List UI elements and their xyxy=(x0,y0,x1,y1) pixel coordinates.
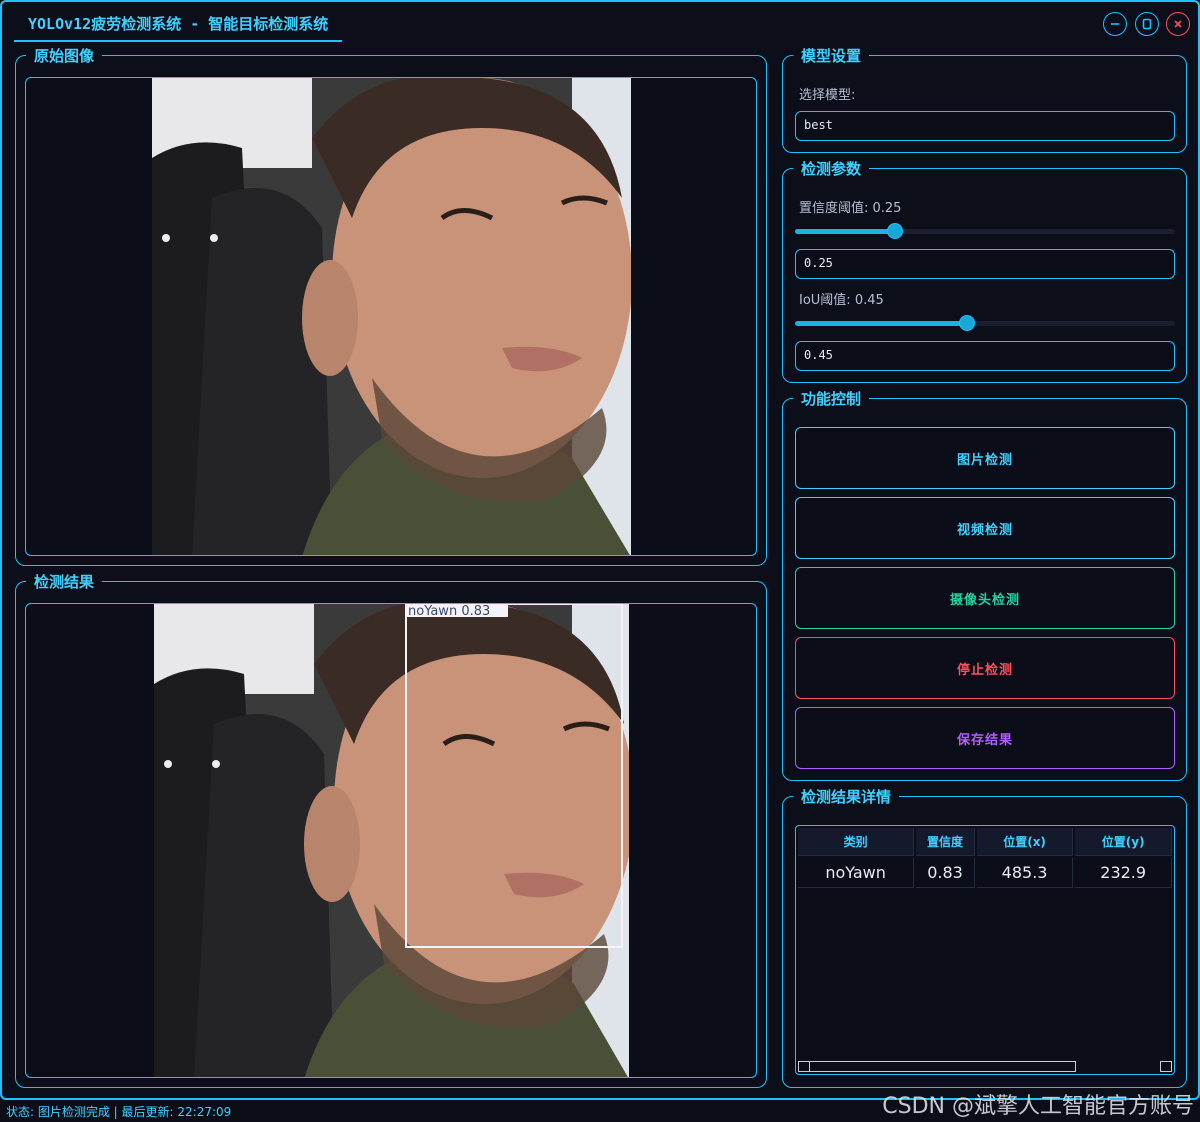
confidence-input[interactable]: 0.25 xyxy=(795,249,1175,279)
iou-slider[interactable] xyxy=(795,313,1175,333)
main-window: YOLOv12疲劳检测系统 - 智能目标检测系统 原始图像 检测结果 noYaw… xyxy=(0,0,1200,1100)
iou-slider-handle[interactable] xyxy=(959,315,975,331)
result-image-frame: noYawn 0.83 xyxy=(25,603,757,1078)
detection-params-title: 检测参数 xyxy=(793,159,870,179)
column-header-y[interactable]: 位置(y) xyxy=(1075,828,1172,856)
stop-detect-button[interactable]: 停止检测 xyxy=(795,637,1175,699)
function-control-title: 功能控制 xyxy=(793,389,870,409)
original-image-frame xyxy=(25,77,757,556)
original-face-image xyxy=(152,78,631,555)
iou-input[interactable]: 0.45 xyxy=(795,341,1175,371)
window-title: YOLOv12疲劳检测系统 - 智能目标检测系统 xyxy=(14,6,343,42)
maximize-icon[interactable] xyxy=(1135,12,1159,36)
table-horizontal-scrollbar[interactable] xyxy=(796,1060,1174,1074)
results-table[interactable]: 类别 置信度 位置(x) 位置(y) noYawn 0.83 485.3 232… xyxy=(795,825,1175,1075)
model-settings-title: 模型设置 xyxy=(793,46,870,66)
original-image-group: 原始图像 xyxy=(15,46,767,566)
detection-result-title: 检测结果 xyxy=(26,572,103,592)
original-image-title: 原始图像 xyxy=(26,46,103,66)
detection-result-group: 检测结果 noYawn 0.83 xyxy=(15,572,767,1088)
video-detect-button[interactable]: 视频检测 xyxy=(795,497,1175,559)
confidence-slider-handle[interactable] xyxy=(887,223,903,239)
close-icon[interactable] xyxy=(1166,12,1190,36)
table-row[interactable]: noYawn 0.83 485.3 232.9 xyxy=(798,858,1172,888)
confidence-slider-fill xyxy=(795,229,895,234)
results-detail-title: 检测结果详情 xyxy=(793,787,900,807)
scroll-right-arrow-icon[interactable] xyxy=(1160,1061,1172,1072)
confidence-slider[interactable] xyxy=(795,221,1175,241)
confidence-label: 置信度阈值: 0.25 xyxy=(799,201,902,216)
cell-confidence[interactable]: 0.83 xyxy=(916,858,975,888)
cell-x[interactable]: 485.3 xyxy=(976,858,1074,888)
column-header-confidence[interactable]: 置信度 xyxy=(916,828,975,856)
scroll-left-arrow-icon[interactable] xyxy=(798,1061,810,1072)
iou-slider-fill xyxy=(795,321,967,326)
results-detail-group: 检测结果详情 类别 置信度 位置(x) 位置(y) noYawn 0.83 48… xyxy=(782,787,1187,1088)
column-header-class[interactable]: 类别 xyxy=(798,828,915,856)
cell-class[interactable]: noYawn xyxy=(798,858,915,888)
column-header-x[interactable]: 位置(x) xyxy=(976,828,1074,856)
detection-box-label: noYawn 0.83 xyxy=(408,604,490,619)
watermark: CSDN @斌擎人工智能官方账号 xyxy=(882,1094,1194,1119)
detection-params-group: 检测参数 置信度阈值: 0.25 0.25 IoU阈值: 0.45 0.45 xyxy=(782,159,1187,383)
table-header-row: 类别 置信度 位置(x) 位置(y) xyxy=(798,828,1172,856)
title-bar[interactable]: YOLOv12疲劳检测系统 - 智能目标检测系统 xyxy=(2,2,1198,46)
camera-detect-button[interactable]: 摄像头检测 xyxy=(795,567,1175,629)
iou-label: IoU阈值: 0.45 xyxy=(799,293,884,308)
model-select[interactable]: best xyxy=(795,111,1175,141)
minimize-icon[interactable] xyxy=(1103,12,1127,36)
model-select-label: 选择模型: xyxy=(799,88,856,103)
status-bar: 状态: 图片检测完成 | 最后更新: 22:27:09 xyxy=(6,1105,232,1119)
function-control-group: 功能控制 图片检测 视频检测 摄像头检测 停止检测 保存结果 xyxy=(782,389,1187,781)
model-settings-group: 模型设置 选择模型: best xyxy=(782,46,1187,153)
result-face-image: noYawn 0.83 xyxy=(154,604,629,1077)
scrollbar-thumb[interactable] xyxy=(798,1061,1076,1072)
save-result-button[interactable]: 保存结果 xyxy=(795,707,1175,769)
cell-y[interactable]: 232.9 xyxy=(1075,858,1172,888)
image-detect-button[interactable]: 图片检测 xyxy=(795,427,1175,489)
